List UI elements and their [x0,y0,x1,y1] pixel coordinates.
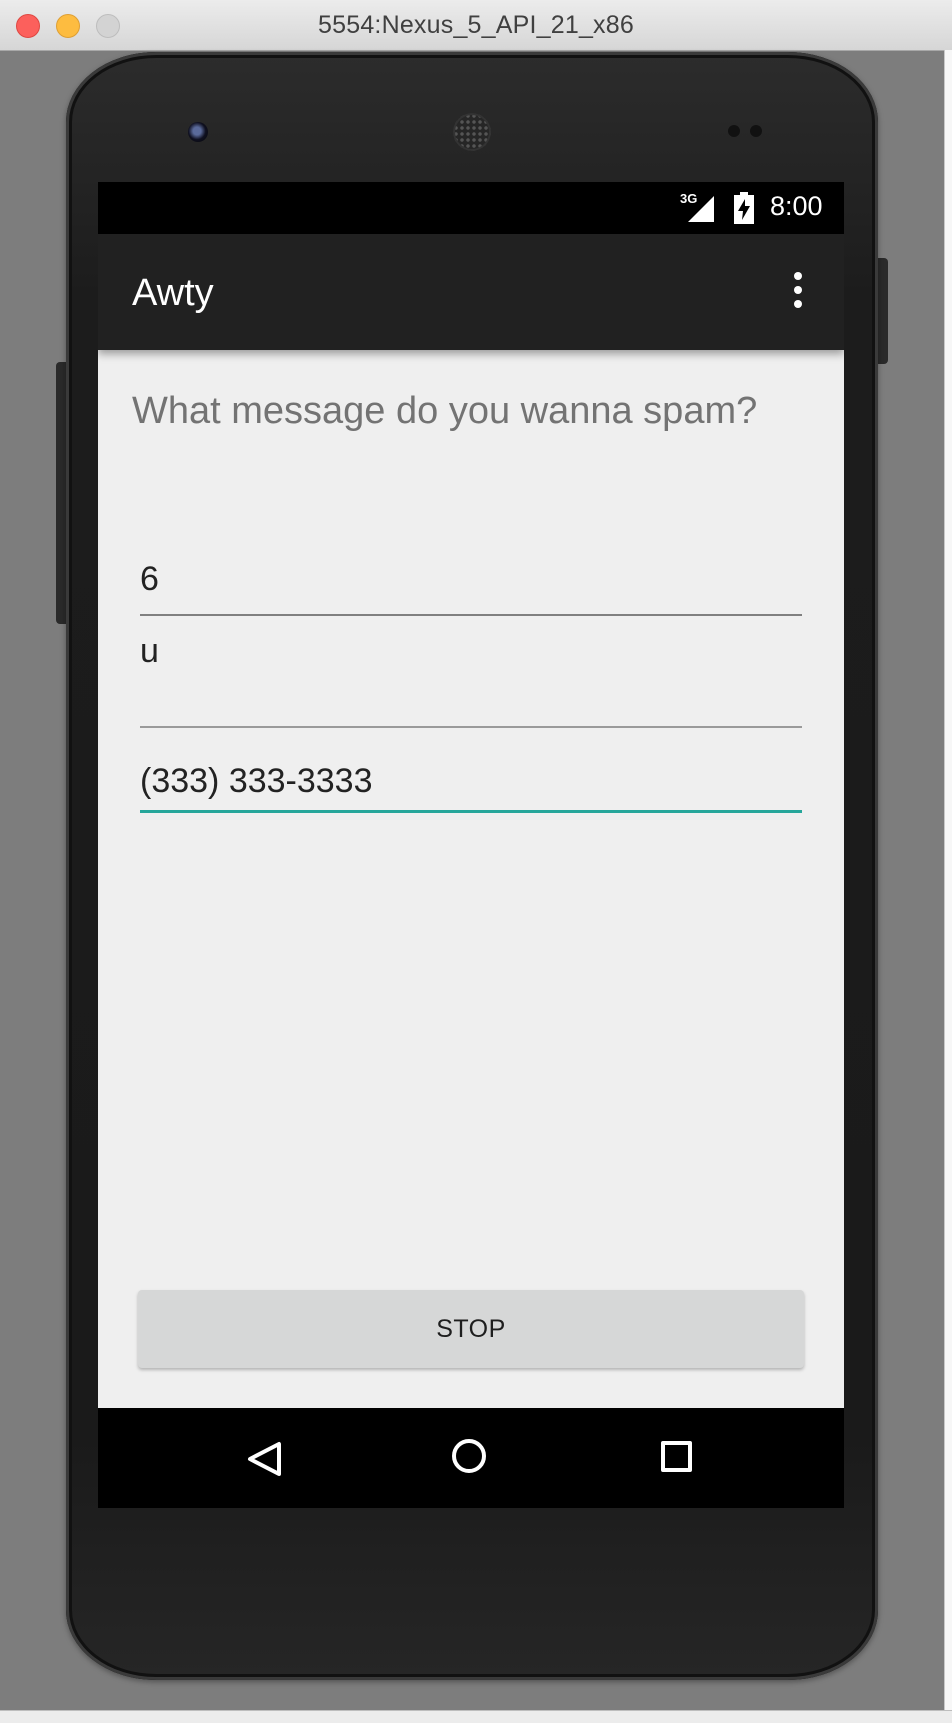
speaker-grille-icon [453,113,491,151]
signal-icon [688,196,714,222]
interval-field[interactable]: u [140,632,802,732]
prompt-label: What message do you wanna spam? [132,390,758,432]
phone-number-field-value: (333) 333-3333 [140,762,373,800]
front-camera-icon [188,122,208,142]
background-window-edge [0,1710,952,1723]
device-screen: 3G 8:00 Awty What message do you wanna s… [98,182,844,1508]
window-titlebar: 5554:Nexus_5_API_21_x86 [0,0,952,51]
volume-button [56,362,66,624]
clock: 8:00 [770,191,823,221]
status-bar: 3G 8:00 [98,182,844,234]
power-button [878,258,888,364]
more-vert-icon[interactable] [792,272,804,312]
message-field-underline [140,614,802,616]
app-title: Awty [132,272,214,314]
app-bar: Awty [98,234,844,350]
message-field-value: 6 [140,560,159,598]
home-icon[interactable] [452,1439,486,1473]
interval-field-underline [140,726,802,728]
phone-number-field-underline [140,810,802,813]
stop-button[interactable]: STOP [138,1290,804,1368]
window-title: 5554:Nexus_5_API_21_x86 [318,11,634,39]
message-field[interactable]: 6 [140,552,802,616]
battery-charging-icon [734,192,754,224]
navigation-bar [98,1408,844,1508]
background-editor-edge [944,50,952,1710]
back-icon[interactable] [246,1440,284,1478]
light-sensor-icon [750,125,762,137]
proximity-sensor-icon [728,125,740,137]
recents-icon[interactable] [661,1441,692,1472]
interval-field-value: u [140,632,159,670]
phone-number-field[interactable]: (333) 333-3333 [140,762,802,826]
